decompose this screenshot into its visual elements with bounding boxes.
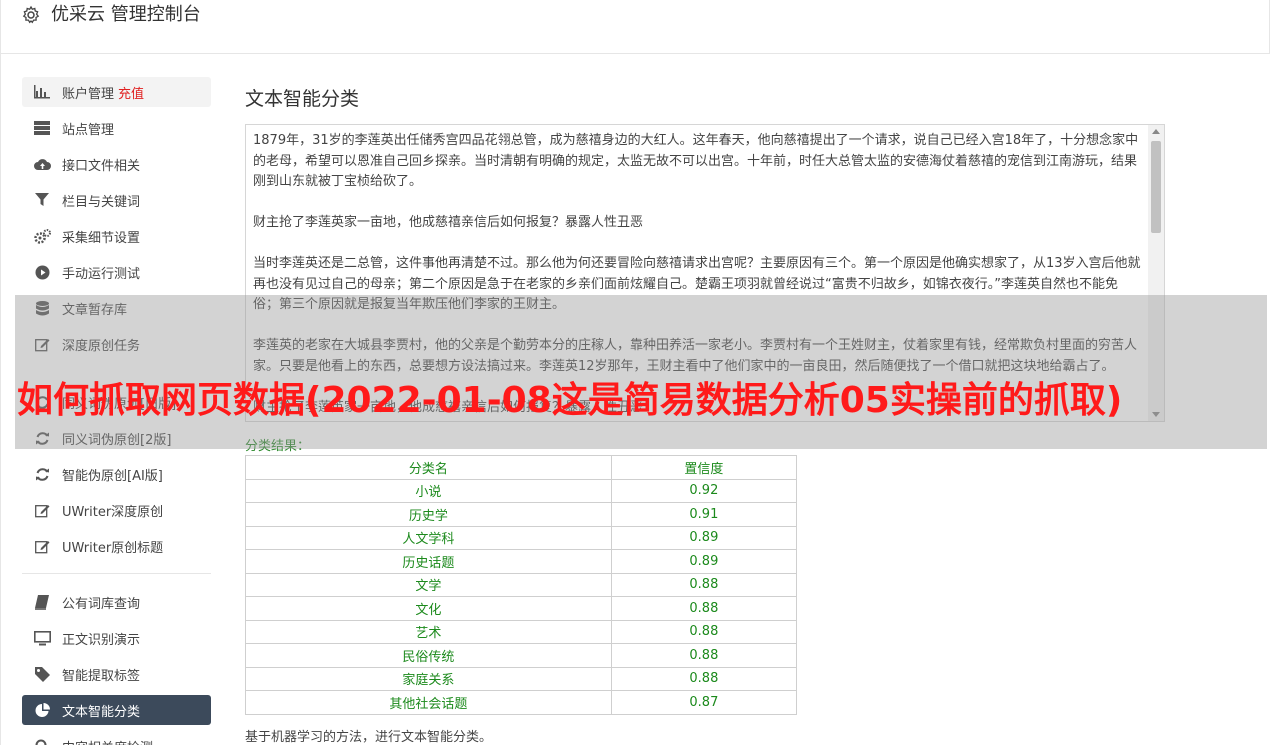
sidebar-item-label: 接口文件相关 <box>62 158 141 174</box>
confidence-cell: 0.88 <box>610 666 798 691</box>
column-header-category: 分类名 <box>245 455 612 480</box>
overlay-headline: 如何抓取网页数据(2022-01-08这是简易数据分析05实操前的抓取) <box>17 380 1123 421</box>
article-paragraph: 财主抢了李莲英家一亩地，他成慈禧亲信后如何报复？暴露人性丑恶 <box>253 215 644 230</box>
sidebar-item-public-lexicon[interactable]: 公有词库查询 <box>22 587 211 617</box>
confidence-cell: 0.88 <box>610 596 798 621</box>
table-row: 民俗传统 0.88 <box>245 643 798 668</box>
category-cell: 历史学 <box>245 502 612 527</box>
sidebar-item-label: 站点管理 <box>62 122 115 138</box>
table-row: 小说 0.92 <box>245 478 798 503</box>
page-title: 文本智能分类 <box>245 88 360 110</box>
sidebar-item-text-classification[interactable]: 文本智能分类 <box>22 695 211 725</box>
table-row: 文化 0.88 <box>245 596 798 621</box>
table-row: 人文学科 0.89 <box>245 525 798 550</box>
method-footnote: 基于机器学习的方法，进行文本智能分类。 <box>245 730 493 745</box>
column-header-confidence: 置信度 <box>610 455 798 480</box>
filter-icon <box>33 191 51 209</box>
play-circle-icon <box>33 263 51 281</box>
edit-icon <box>33 501 51 519</box>
sidebar-item-columns-keywords[interactable]: 栏目与关键词 <box>22 185 211 215</box>
sidebar-item-uwriter-deep[interactable]: UWriter深度原创 <box>22 495 211 525</box>
sidebar-item-text-recognition[interactable]: 正文识别演示 <box>22 623 211 653</box>
search-icon <box>33 737 51 745</box>
sidebar-item-label: UWriter深度原创 <box>62 504 164 520</box>
sidebar-item-account[interactable]: 账户管理 充值 <box>22 77 211 107</box>
confidence-cell: 0.89 <box>610 525 798 550</box>
sidebar-item-ai-rewrite[interactable]: 智能伪原创[AI版] <box>22 459 211 489</box>
category-cell: 其他社会话题 <box>245 690 612 715</box>
category-cell: 小说 <box>245 478 612 503</box>
tag-icon <box>33 665 51 683</box>
sidebar-item-manual-run[interactable]: 手动运行测试 <box>22 257 211 287</box>
confidence-cell: 0.88 <box>610 572 798 597</box>
category-cell: 文学 <box>245 572 612 597</box>
sidebar-item-sites[interactable]: 站点管理 <box>22 113 211 143</box>
confidence-cell: 0.91 <box>610 502 798 527</box>
edit-icon <box>33 537 51 555</box>
table-row: 文学 0.88 <box>245 572 798 597</box>
gear-icon <box>22 5 40 24</box>
overlay-banner <box>15 295 1267 449</box>
category-cell: 民俗传统 <box>245 643 612 668</box>
table-row: 历史学 0.91 <box>245 502 798 527</box>
sidebar-item-tag-extraction[interactable]: 智能提取标签 <box>22 659 211 689</box>
bar-chart-icon <box>33 83 51 101</box>
confidence-cell: 0.88 <box>610 619 798 644</box>
book-icon <box>33 593 51 611</box>
sidebar-divider <box>22 573 211 574</box>
table-header-row: 分类名 置信度 <box>245 455 798 480</box>
sidebar-item-label: 账户管理 <box>62 86 115 102</box>
top-bar: 优采云 管理控制台 <box>0 0 1270 54</box>
table-row: 其他社会话题 0.87 <box>245 690 798 715</box>
monitor-icon <box>33 629 51 647</box>
table-row: 历史话题 0.89 <box>245 549 798 574</box>
category-cell: 人文学科 <box>245 525 612 550</box>
server-icon <box>33 119 51 137</box>
sidebar-item-relevance-check[interactable]: 内容相关度检测 <box>22 731 211 745</box>
confidence-cell: 0.92 <box>610 478 798 503</box>
console-title: 优采云 管理控制台 <box>51 4 201 25</box>
recharge-link[interactable]: 充值 <box>118 83 144 102</box>
sidebar-item-label: 手动运行测试 <box>62 266 141 282</box>
sidebar-item-label: 采集细节设置 <box>62 230 141 246</box>
cloud-upload-icon <box>33 155 51 173</box>
sidebar-item-interface-files[interactable]: 接口文件相关 <box>22 149 211 179</box>
classification-result-table: 分类名 置信度 小说 0.92 历史学 0.91 人文学科 0.89 历史话题 0.89… <box>245 455 798 715</box>
sidebar-item-label: 公有词库查询 <box>62 596 141 612</box>
sidebar-item-label: 栏目与关键词 <box>62 194 141 210</box>
sidebar-item-collect-settings[interactable]: 采集细节设置 <box>22 221 211 251</box>
sidebar-item-uwriter-title[interactable]: UWriter原创标题 <box>22 531 211 561</box>
table-row: 家庭关系 0.88 <box>245 666 798 691</box>
cogs-icon <box>33 227 51 245</box>
confidence-cell: 0.89 <box>610 549 798 574</box>
sidebar-item-label: 文本智能分类 <box>62 704 141 720</box>
category-cell: 历史话题 <box>245 549 612 574</box>
sidebar-item-label: UWriter原创标题 <box>62 540 164 556</box>
confidence-cell: 0.88 <box>610 643 798 668</box>
article-paragraph: 1879年，31岁的李莲英出任储秀宫四品花翎总管，成为慈禧身边的大红人。这年春天… <box>253 133 1139 189</box>
pie-chart-icon <box>33 701 51 719</box>
scrollbar-thumb[interactable] <box>1151 141 1161 233</box>
sidebar-item-label: 智能伪原创[AI版] <box>62 468 163 484</box>
category-cell: 文化 <box>245 596 612 621</box>
confidence-cell: 0.87 <box>610 690 798 715</box>
table-row: 艺术 0.88 <box>245 619 798 644</box>
refresh-icon <box>33 465 51 483</box>
category-cell: 家庭关系 <box>245 666 612 691</box>
sidebar-item-label: 内容相关度检测 <box>62 737 153 745</box>
scroll-up-arrow-icon[interactable] <box>1152 129 1160 134</box>
sidebar-item-label: 正文识别演示 <box>62 632 141 648</box>
sidebar-item-label: 智能提取标签 <box>62 668 141 684</box>
category-cell: 艺术 <box>245 619 612 644</box>
